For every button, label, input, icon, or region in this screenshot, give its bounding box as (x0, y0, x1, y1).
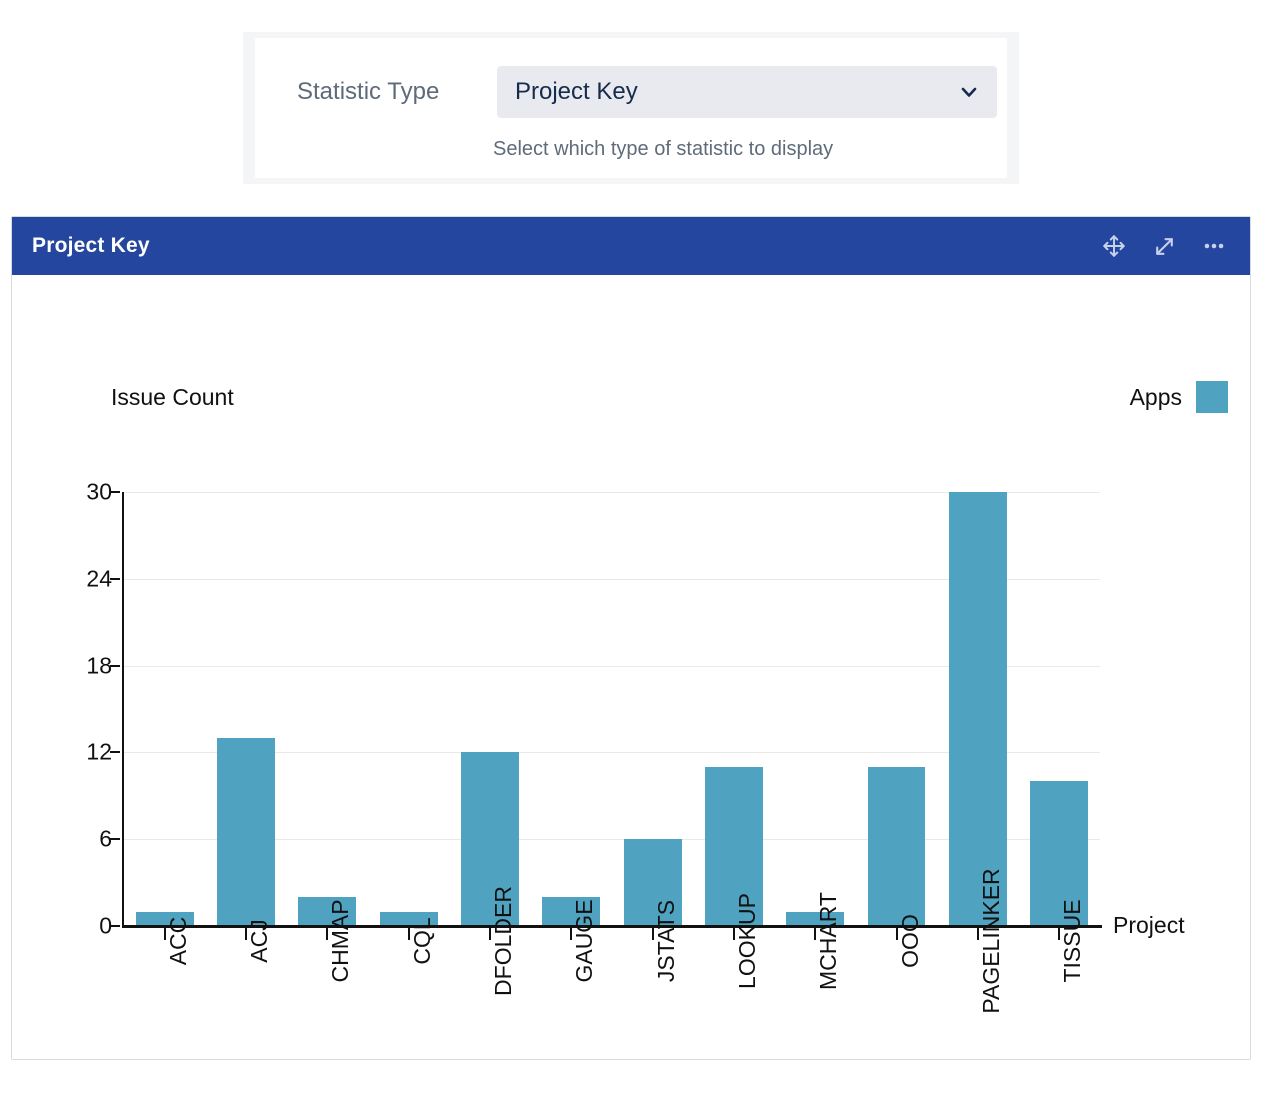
bar-chart: Issue Count Apps 0612182430 ACCACJCHMAPC… (12, 275, 1250, 1059)
move-icon[interactable] (1100, 232, 1128, 260)
x-axis-labels: ACCACJCHMAPCQLDFOLDERGAUGEJSTATSLOOKUPMC… (124, 941, 1100, 1111)
statistic-type-label: Statistic Type (297, 78, 497, 106)
bar-slot (531, 492, 612, 926)
x-label-slot: CQL (368, 941, 449, 1111)
bar-slot (1019, 492, 1100, 926)
x-label-slot: MCHART (775, 941, 856, 1111)
x-label-slot: PAGELINKER (937, 941, 1018, 1111)
x-tick-label: CQL (409, 917, 436, 964)
statistic-type-selected-value: Project Key (497, 78, 638, 106)
expand-icon[interactable] (1150, 232, 1178, 260)
x-label-slot: CHMAP (287, 941, 368, 1111)
x-tick-label: LOOKUP (734, 893, 761, 989)
y-tick-label: 30 (86, 479, 112, 506)
bar[interactable] (868, 767, 926, 926)
x-label-slot: ACC (124, 941, 205, 1111)
y-tick-mark (110, 578, 120, 580)
x-label-slot: ACJ (205, 941, 286, 1111)
bar-slot (612, 492, 693, 926)
legend-item-label: Apps (1130, 384, 1182, 411)
y-tick-mark (110, 751, 120, 753)
x-tick-label: GAUGE (571, 899, 598, 982)
gadget-panel-body: Issue Count Apps 0612182430 ACCACJCHMAPC… (12, 275, 1250, 1059)
statistic-type-card: Statistic Type Project Key Select which … (243, 32, 1019, 184)
bar[interactable] (217, 738, 275, 926)
bar-slot (205, 492, 286, 926)
y-tick-mark (110, 925, 120, 927)
x-label-slot: DFOLDER (449, 941, 530, 1111)
bar-series-apps (124, 492, 1100, 926)
y-tick-mark (110, 665, 120, 667)
x-label-slot: JSTATS (612, 941, 693, 1111)
y-tick-label: 24 (86, 565, 112, 592)
x-tick-label: ACC (165, 917, 192, 966)
y-tick-mark (110, 838, 120, 840)
x-tick-label: MCHART (815, 892, 842, 990)
bar-slot (368, 492, 449, 926)
x-axis-title: Project (1113, 912, 1185, 939)
gadget-header-actions (1100, 232, 1250, 260)
bar-slot (287, 492, 368, 926)
x-tick-label: PAGELINKER (978, 868, 1005, 1013)
more-options-icon[interactable] (1200, 232, 1228, 260)
bar-slot (693, 492, 774, 926)
x-label-slot: TISSUE (1019, 941, 1100, 1111)
y-axis-title: Issue Count (111, 384, 234, 411)
statistic-type-help-text: Select which type of statistic to displa… (493, 138, 833, 161)
bar[interactable] (949, 492, 1007, 926)
x-label-slot: GAUGE (531, 941, 612, 1111)
x-tick-label: DFOLDER (490, 886, 517, 996)
x-tick-label: CHMAP (327, 899, 354, 982)
y-tick-label: 18 (86, 652, 112, 679)
y-tick-label: 12 (86, 739, 112, 766)
x-tick-label: JSTATS (653, 900, 680, 982)
chevron-down-icon (959, 82, 979, 102)
bar-slot (449, 492, 530, 926)
gadget-panel-header: Project Key (12, 217, 1250, 275)
bar-slot (856, 492, 937, 926)
x-tick-label: TISSUE (1059, 899, 1086, 982)
statistic-type-select[interactable]: Project Key (497, 66, 997, 118)
bar-slot (775, 492, 856, 926)
x-tick-label: OOO (897, 914, 924, 968)
gadget-panel: Project Key (11, 216, 1251, 1060)
statistic-type-row: Statistic Type Project Key (297, 66, 997, 118)
x-label-slot: LOOKUP (693, 941, 774, 1111)
statistic-type-card-inner: Statistic Type Project Key Select which … (255, 38, 1007, 178)
bar-slot (124, 492, 205, 926)
x-label-slot: OOO (856, 941, 937, 1111)
chart-legend: Apps (1130, 381, 1228, 413)
gadget-title: Project Key (12, 234, 150, 258)
x-tick-label: ACJ (246, 919, 273, 962)
bar-slot (937, 492, 1018, 926)
y-tick-mark (110, 491, 120, 493)
legend-swatch (1196, 381, 1228, 413)
